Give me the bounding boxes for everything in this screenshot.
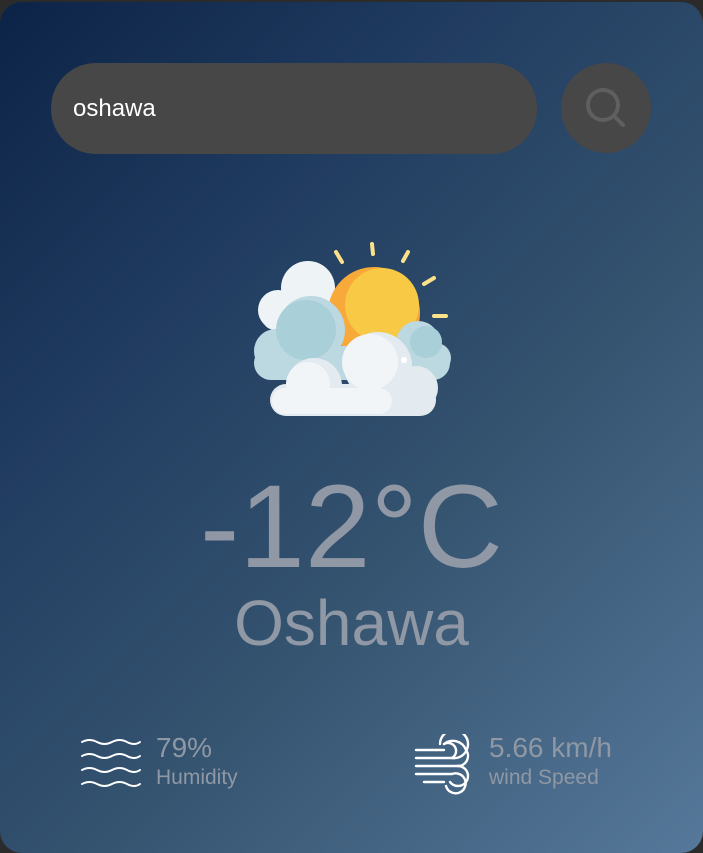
wind-icon [414,734,470,795]
search-button[interactable] [561,63,651,153]
wind-stat: 5.66 km/h wind Speed [414,732,644,796]
humidity-label: Humidity [156,766,238,789]
humidity-stat: 79% Humidity [80,732,280,796]
wind-speed-value: 5.66 km/h [489,732,612,763]
search-icon [586,88,625,127]
search-input[interactable] [51,63,537,154]
humidity-value: 79% [156,732,213,763]
weather-card: -12°C Oshawa 79% Humidity [0,2,703,853]
city-name: Oshawa [234,587,469,659]
partly-cloudy-icon [254,242,451,416]
temperature-value: -12°C [200,461,503,593]
wind-speed-label: wind Speed [489,766,599,789]
humidity-icon [81,739,141,787]
